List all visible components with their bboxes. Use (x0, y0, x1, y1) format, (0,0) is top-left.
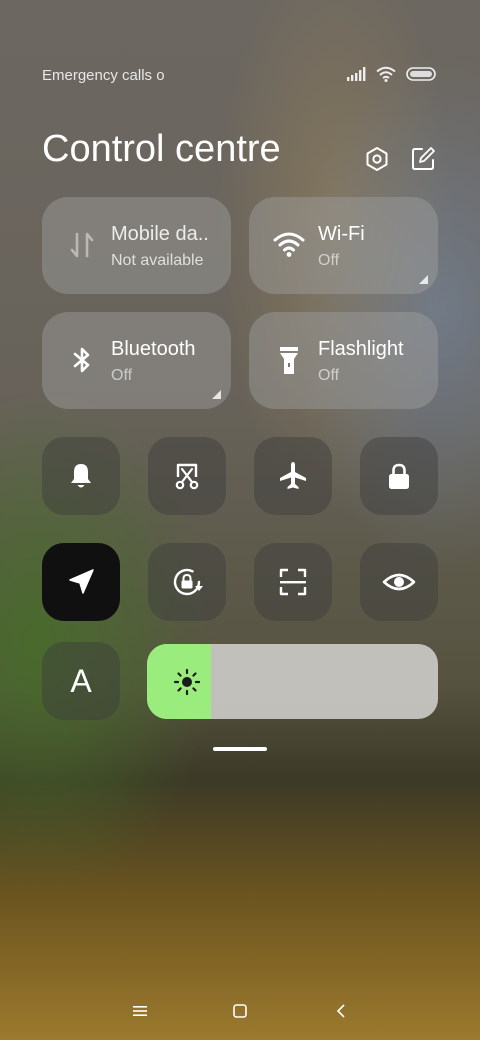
menu-button[interactable] (125, 998, 155, 1024)
brightness-slider[interactable] (147, 644, 438, 719)
ring-toggle[interactable] (42, 437, 120, 515)
reading-mode-toggle[interactable] (360, 543, 438, 621)
tile-label: Wi-Fi (318, 223, 365, 245)
navigation-bar (0, 998, 480, 1024)
battery-icon (406, 67, 436, 81)
font-size-button[interactable]: A (42, 642, 120, 720)
font-size-label: A (70, 662, 92, 699)
lock-toggle[interactable] (360, 437, 438, 515)
page-title: Control centre (42, 128, 281, 170)
menu-icon (133, 1006, 147, 1016)
eye-icon (382, 573, 416, 591)
screenshot-icon (175, 463, 199, 490)
rotation-lock-toggle[interactable] (148, 543, 226, 621)
home-icon (233, 1004, 247, 1018)
expand-corner-icon (419, 275, 428, 284)
tile-label: Bluetooth (111, 338, 196, 360)
edit-icon[interactable] (410, 146, 436, 172)
bluetooth-tile[interactable]: Bluetooth Off (42, 312, 231, 409)
flashlight-icon (280, 347, 298, 374)
screenshot-toggle[interactable] (148, 437, 226, 515)
bell-icon (71, 464, 91, 488)
tile-status: Not available (111, 252, 204, 269)
settings-icon[interactable] (364, 146, 390, 172)
tile-label: Flashlight (318, 338, 404, 360)
lock-icon (389, 463, 409, 489)
back-button[interactable] (326, 998, 356, 1024)
signal-icon (347, 67, 366, 81)
airplane-toggle[interactable] (254, 437, 332, 515)
back-icon (336, 1004, 345, 1018)
tile-label: Mobile da.. (111, 223, 209, 245)
status-text: Emergency calls o (42, 67, 165, 84)
tile-status: Off (318, 252, 340, 269)
tile-status: Off (318, 367, 340, 384)
location-toggle[interactable] (42, 543, 120, 621)
home-button[interactable] (225, 998, 255, 1024)
wifi-tile[interactable]: Wi-Fi Off (249, 197, 438, 294)
mobile-data-tile[interactable]: Mobile da.. Not available (42, 197, 231, 294)
wifi-icon (273, 232, 305, 257)
wifi-icon (376, 66, 396, 82)
status-bar: Emergency calls o (42, 66, 436, 88)
drag-handle[interactable] (213, 747, 267, 751)
mobile-data-icon (70, 232, 94, 258)
airplane-icon (280, 462, 306, 489)
bluetooth-icon (73, 347, 90, 373)
tile-status: Off (111, 367, 133, 384)
flashlight-tile[interactable]: Flashlight Off (249, 312, 438, 409)
expand-corner-icon (212, 390, 221, 399)
status-icons (346, 66, 436, 82)
sun-icon (173, 668, 201, 696)
rotation-lock-icon (173, 568, 203, 596)
scanner-toggle[interactable] (254, 543, 332, 621)
scanner-icon (279, 568, 307, 596)
location-icon (69, 569, 94, 594)
